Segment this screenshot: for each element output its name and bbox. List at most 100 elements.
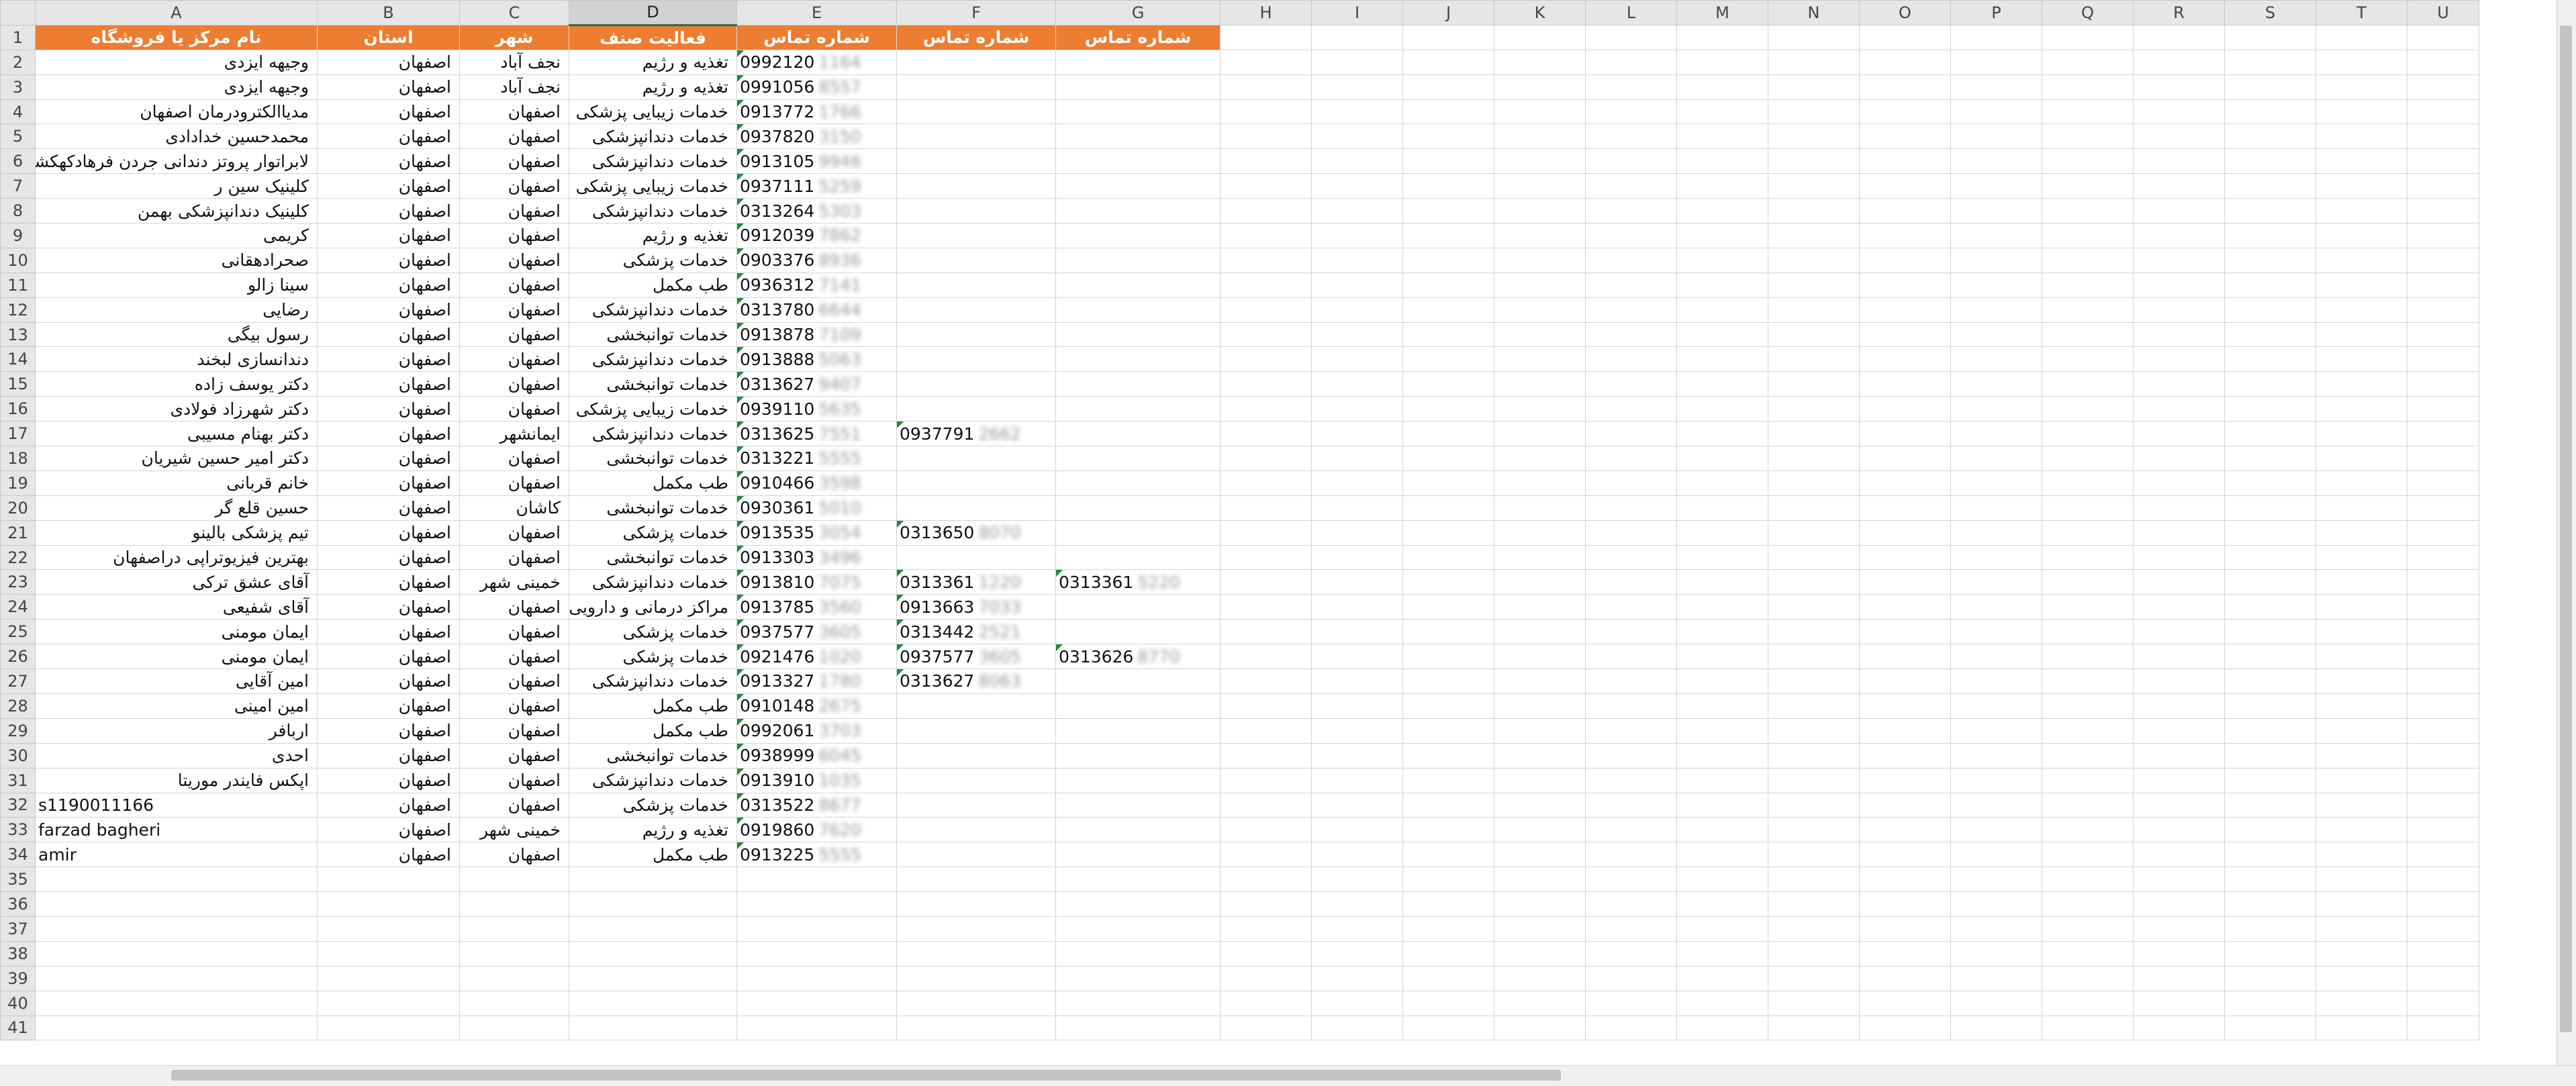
- cell[interactable]: [1220, 891, 1312, 917]
- cell[interactable]: [2224, 99, 2316, 125]
- cell[interactable]: [2133, 421, 2225, 447]
- cell[interactable]: [1859, 173, 1951, 199]
- header-cell[interactable]: نام مرکز یا فروشگاه: [35, 24, 318, 50]
- column-header-h[interactable]: H: [1220, 0, 1312, 26]
- cell[interactable]: [1402, 916, 1494, 942]
- cell[interactable]: [2224, 446, 2316, 471]
- cell[interactable]: [1768, 223, 1860, 248]
- cell[interactable]: [2133, 644, 2225, 670]
- cell[interactable]: [1311, 544, 1403, 571]
- cell[interactable]: [2133, 718, 2225, 744]
- cell[interactable]: [1220, 223, 1312, 248]
- cell[interactable]: [2407, 940, 2479, 967]
- name-cell[interactable]: کلینیک سین ر: [35, 173, 318, 199]
- cell[interactable]: [35, 940, 318, 967]
- name-cell[interactable]: امین امینی: [35, 693, 318, 719]
- cell[interactable]: [1220, 421, 1312, 447]
- name-cell[interactable]: محمدحسین خدادادی: [35, 124, 318, 150]
- column-header-d[interactable]: D: [569, 0, 737, 26]
- row-header[interactable]: 34: [0, 842, 36, 868]
- province-cell[interactable]: اصفهان: [317, 470, 460, 496]
- province-cell[interactable]: اصفهان: [317, 767, 460, 793]
- phone-cell[interactable]: 0913878 7109: [736, 322, 897, 348]
- province-cell[interactable]: اصفهان: [317, 817, 460, 843]
- province-cell[interactable]: اصفهان: [317, 371, 460, 397]
- column-header-c[interactable]: C: [459, 0, 569, 26]
- column-header-e[interactable]: E: [736, 0, 897, 26]
- cell[interactable]: [2407, 767, 2479, 793]
- cell[interactable]: [1859, 198, 1951, 224]
- cell[interactable]: [1859, 223, 1951, 248]
- cell[interactable]: [1402, 173, 1494, 199]
- cell[interactable]: [1585, 322, 1677, 348]
- cell[interactable]: [1950, 74, 2042, 100]
- column-header-i[interactable]: I: [1311, 0, 1403, 26]
- cell[interactable]: [1859, 619, 1951, 645]
- cell[interactable]: [1311, 297, 1403, 323]
- cell[interactable]: [2133, 124, 2225, 150]
- cell[interactable]: [1768, 198, 1860, 224]
- cell[interactable]: [1494, 173, 1586, 199]
- phone2-cell[interactable]: [896, 297, 1056, 323]
- cell[interactable]: [1585, 867, 1677, 893]
- cell[interactable]: [1494, 470, 1586, 496]
- cell[interactable]: [1585, 817, 1677, 843]
- cell[interactable]: [1859, 247, 1951, 273]
- city-cell[interactable]: اصفهان: [459, 792, 569, 818]
- phone3-cell[interactable]: [1055, 371, 1221, 397]
- cell[interactable]: [1311, 693, 1403, 719]
- cell[interactable]: [2224, 669, 2316, 694]
- cell[interactable]: [1950, 446, 2042, 471]
- cell[interactable]: [1220, 247, 1312, 273]
- cell[interactable]: [1859, 297, 1951, 323]
- province-cell[interactable]: اصفهان: [317, 495, 460, 521]
- cell[interactable]: [1402, 619, 1494, 645]
- cell[interactable]: [2133, 1015, 2225, 1041]
- row-header[interactable]: 23: [0, 569, 36, 595]
- province-cell[interactable]: اصفهان: [317, 421, 460, 447]
- cell[interactable]: [2407, 990, 2479, 1016]
- cell[interactable]: [2133, 247, 2225, 273]
- row-header[interactable]: 7: [0, 173, 36, 199]
- phone2-cell[interactable]: [896, 396, 1056, 422]
- cell[interactable]: [1220, 24, 1312, 50]
- cell[interactable]: [2224, 74, 2316, 100]
- cell[interactable]: [2316, 569, 2407, 595]
- phone3-cell[interactable]: [1055, 495, 1221, 521]
- cell[interactable]: [2316, 247, 2407, 273]
- cell[interactable]: [2133, 544, 2225, 571]
- name-cell[interactable]: دکتر بهنام مسیبی: [35, 421, 318, 447]
- cell[interactable]: [1494, 792, 1586, 818]
- cell[interactable]: [2407, 520, 2479, 546]
- cell[interactable]: [1311, 371, 1403, 397]
- cell[interactable]: [1402, 669, 1494, 694]
- cell[interactable]: [1585, 594, 1677, 620]
- province-cell[interactable]: اصفهان: [317, 544, 460, 571]
- cell[interactable]: [2316, 74, 2407, 100]
- cell[interactable]: [1055, 1015, 1221, 1041]
- cell[interactable]: [2042, 916, 2134, 942]
- cell[interactable]: [2316, 396, 2407, 422]
- cell[interactable]: [1494, 371, 1586, 397]
- cell[interactable]: [2224, 495, 2316, 521]
- phone-cell[interactable]: 0913785 3560: [736, 594, 897, 620]
- cell[interactable]: [2316, 173, 2407, 199]
- cell[interactable]: [2042, 990, 2134, 1016]
- row-header[interactable]: 25: [0, 619, 36, 645]
- column-header-n[interactable]: N: [1768, 0, 1860, 26]
- activity-cell[interactable]: خدمات زیبایی پزشکی: [569, 173, 737, 199]
- cell[interactable]: [1768, 446, 1860, 471]
- cell[interactable]: [1402, 792, 1494, 818]
- cell[interactable]: [1950, 124, 2042, 150]
- phone2-cell[interactable]: [896, 49, 1056, 75]
- cell[interactable]: [1311, 247, 1403, 273]
- cell[interactable]: [1311, 396, 1403, 422]
- phone3-cell[interactable]: [1055, 792, 1221, 818]
- cell[interactable]: [1768, 99, 1860, 125]
- header-cell[interactable]: شماره تماس: [736, 24, 897, 50]
- cell[interactable]: [1859, 1015, 1951, 1041]
- province-cell[interactable]: اصفهان: [317, 297, 460, 323]
- city-cell[interactable]: اصفهان: [459, 173, 569, 199]
- name-cell[interactable]: وجیهه ایزدی: [35, 74, 318, 100]
- cell[interactable]: [1950, 644, 2042, 670]
